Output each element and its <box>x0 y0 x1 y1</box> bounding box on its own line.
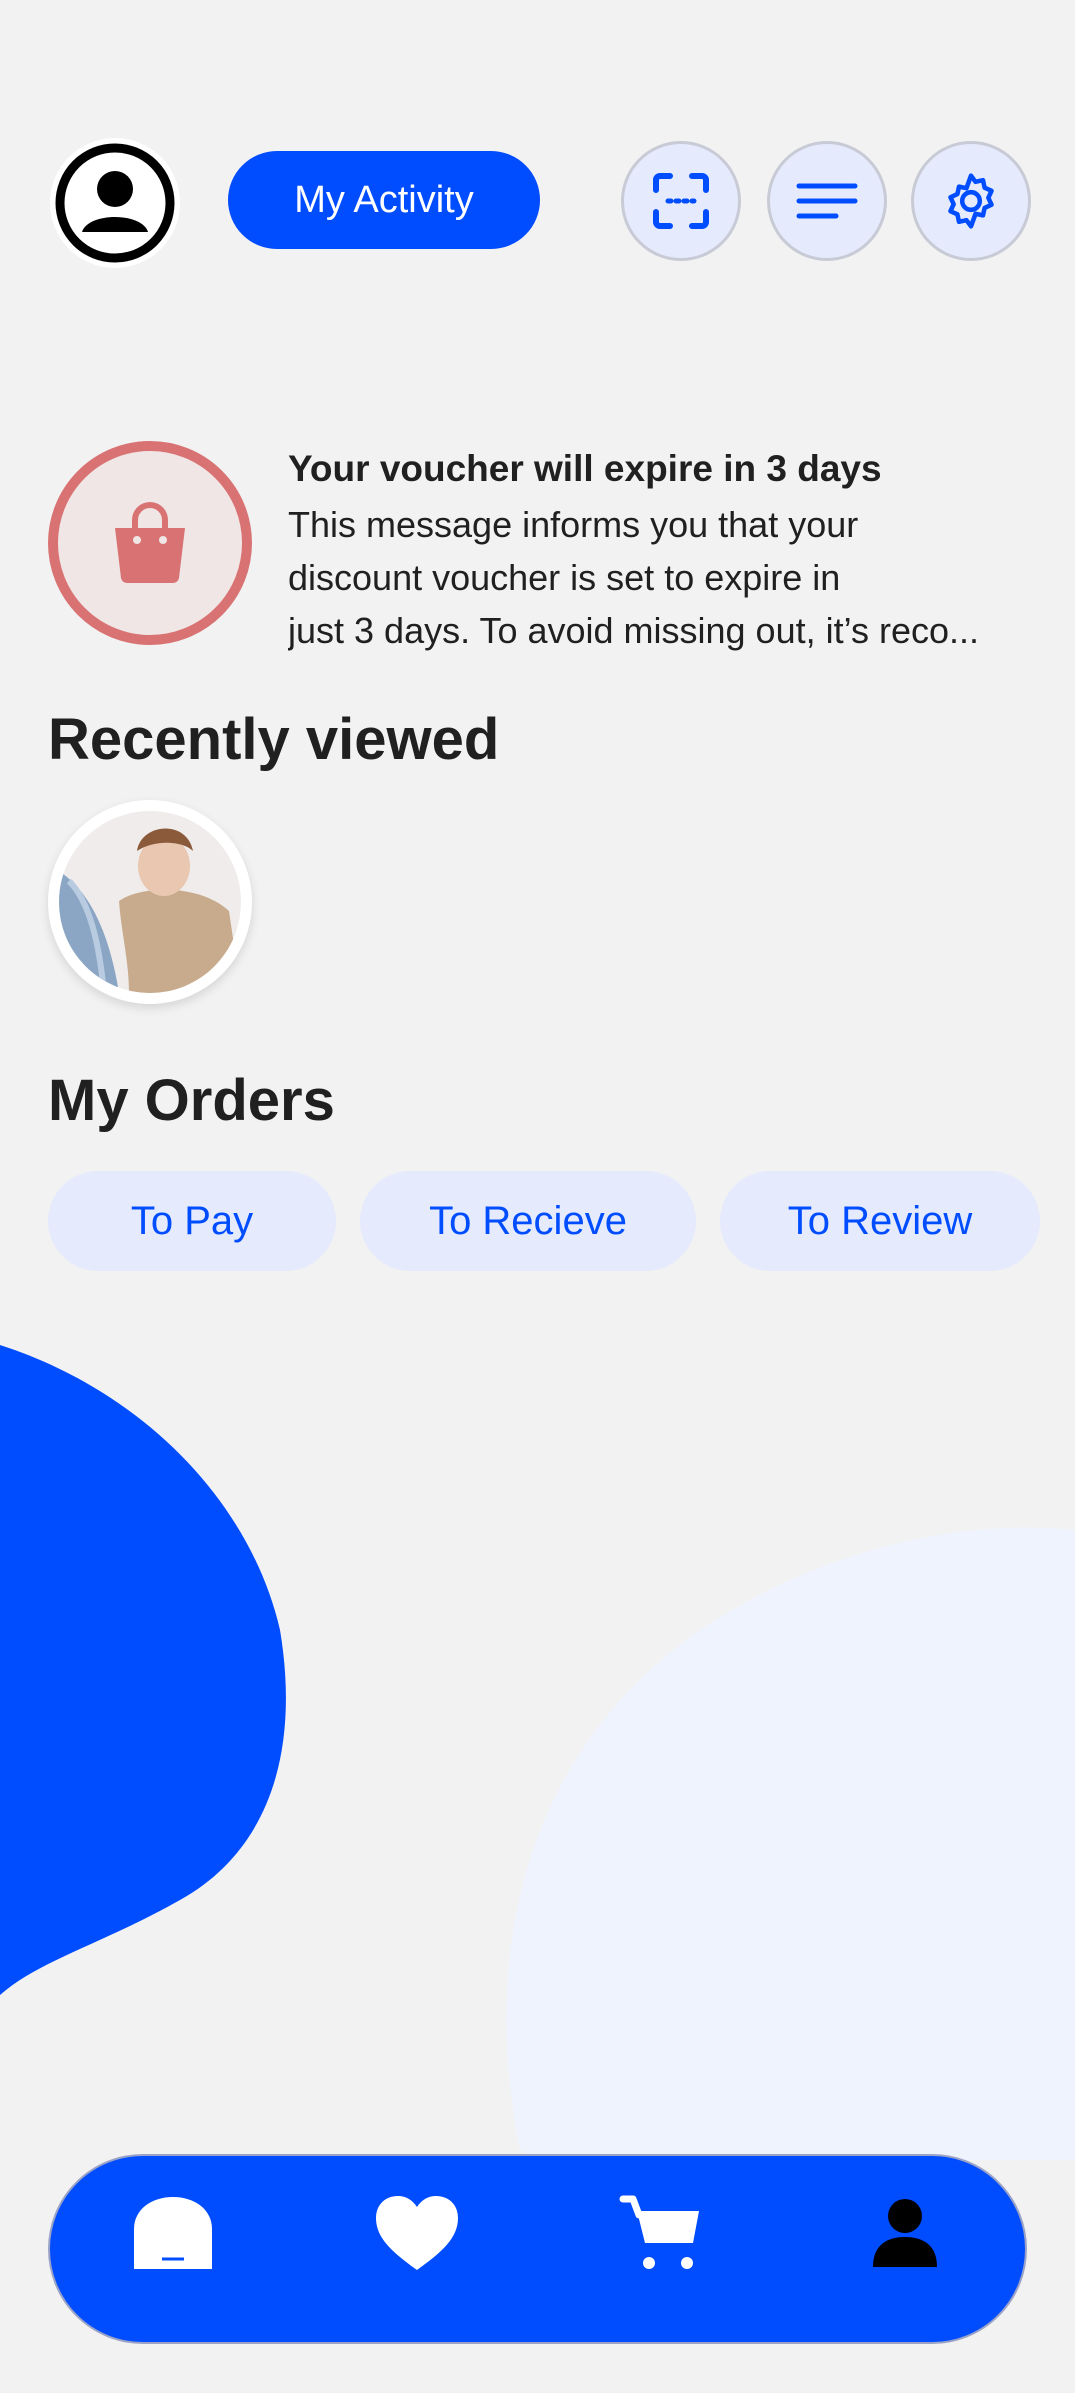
voucher-message-line: This message informs you that your <box>288 504 859 545</box>
voucher-message-line: discount voucher is set to expire in <box>288 557 841 598</box>
voucher-icon-badge <box>48 441 252 645</box>
nav-cart[interactable] <box>606 2178 716 2288</box>
cart-icon <box>619 2195 699 2269</box>
heart-icon <box>376 2196 458 2270</box>
to-receive-button[interactable]: To Recieve <box>360 1171 696 1271</box>
my-activity-button[interactable]: My Activity <box>228 151 540 249</box>
menu-icon <box>796 183 858 219</box>
settings-button[interactable] <box>911 141 1031 261</box>
profile-icon <box>873 2199 937 2267</box>
menu-button[interactable] <box>767 141 887 261</box>
scan-icon <box>653 173 709 229</box>
nav-profile[interactable] <box>850 2178 960 2288</box>
avatar[interactable] <box>50 138 180 268</box>
my-orders-title: My Orders <box>48 1068 335 1133</box>
recently-viewed-item[interactable] <box>48 800 252 1004</box>
voucher-title: Your voucher will expire in 3 days <box>288 448 882 489</box>
background-blob-light <box>506 1527 1075 2160</box>
product-thumbnail <box>59 811 241 993</box>
background-blob-blue <box>0 1345 286 1995</box>
account-circle-icon <box>55 143 175 263</box>
bottom-navigation <box>48 2154 1027 2344</box>
nav-wishlist[interactable] <box>362 2178 472 2288</box>
settings-icon <box>948 173 994 229</box>
voucher-message-line: just 3 days. To avoid missing out, it’s … <box>288 610 979 651</box>
home-icon <box>134 2197 212 2269</box>
to-review-button[interactable]: To Review <box>720 1171 1040 1271</box>
shopping-bag-icon <box>115 502 185 584</box>
recently-viewed-title: Recently viewed <box>48 707 500 772</box>
nav-home[interactable] <box>118 2178 228 2288</box>
to-pay-button[interactable]: To Pay <box>48 1171 336 1271</box>
scan-button[interactable] <box>621 141 741 261</box>
voucher-message: This message informs you that your disco… <box>288 498 1028 657</box>
